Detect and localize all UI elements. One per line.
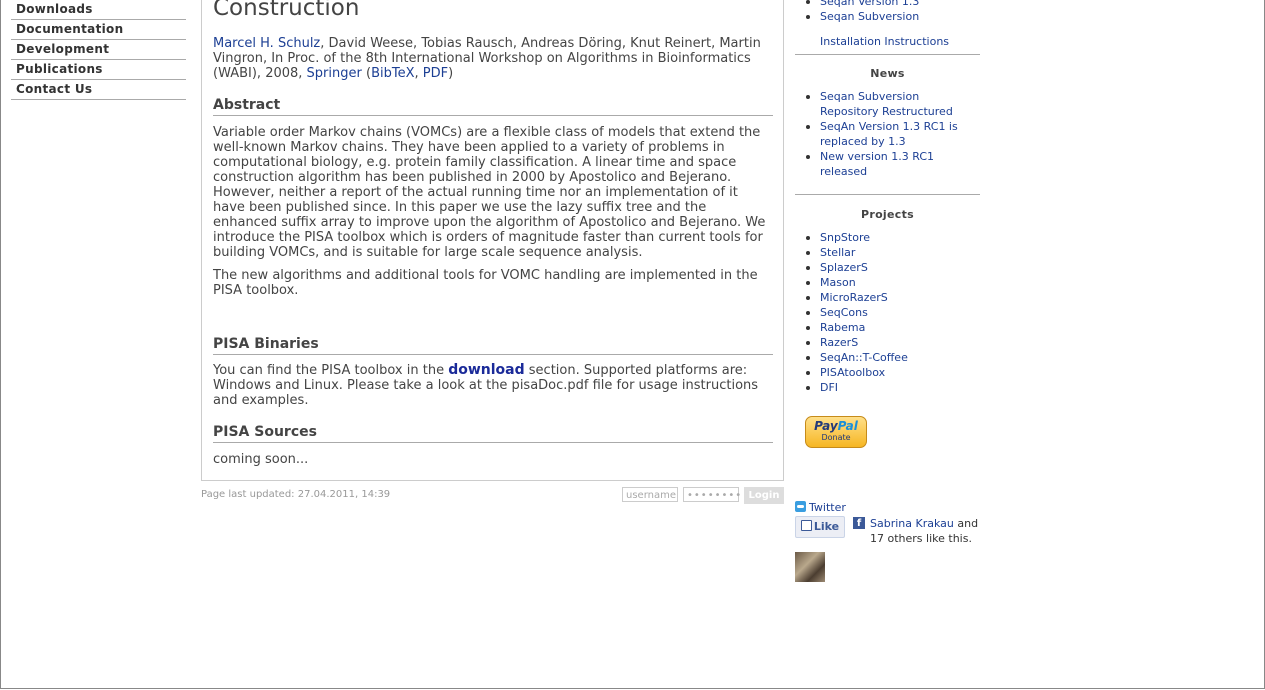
nav-publications[interactable]: Publications	[11, 60, 186, 80]
link-seqan-subversion[interactable]: Seqan Subversion	[795, 9, 980, 24]
twitter-label: Twitter	[809, 501, 846, 514]
projects-list: SnpStore Stellar SplazerS Mason MicroRaz…	[795, 230, 980, 395]
facebook-likes-text: Sabrina Krakau and 17 others like this.	[870, 516, 980, 546]
abstract-heading: Abstract	[213, 97, 773, 116]
project-item[interactable]: Mason	[795, 275, 980, 290]
paypal-donate-label: Donate	[821, 433, 851, 442]
project-item[interactable]: DFI	[795, 380, 980, 395]
abstract-paragraph-2: The new algorithms and additional tools …	[213, 268, 758, 298]
project-item[interactable]: SeqAn::T-Coffee	[795, 350, 980, 365]
facebook-like-button[interactable]: Like	[795, 516, 845, 538]
last-updated: Page last updated: 27.04.2011, 14:39	[201, 489, 391, 500]
twitter-icon	[795, 501, 806, 512]
username-input[interactable]: username	[622, 487, 678, 502]
like-label: Like	[813, 520, 840, 533]
project-item[interactable]: SnpStore	[795, 230, 980, 245]
binaries-text-pre: You can find the PISA toolbox in the	[213, 363, 449, 378]
thumbs-up-icon	[800, 520, 812, 531]
paypal-logo: PayPal	[806, 419, 866, 433]
binaries-heading: PISA Binaries	[213, 336, 773, 355]
nav-development[interactable]: Development	[11, 40, 186, 60]
bibtex-link[interactable]: BibTeX	[371, 66, 414, 81]
sources-heading: PISA Sources	[213, 424, 773, 443]
citation-paren-open: (	[361, 66, 372, 81]
project-item[interactable]: MicroRazerS	[795, 290, 980, 305]
link-seqan-version[interactable]: Seqan Version 1.3	[795, 0, 980, 9]
nav-downloads[interactable]: Downloads	[11, 0, 186, 20]
news-item[interactable]: Seqan Subversion Repository Restructured	[795, 89, 980, 119]
news-item[interactable]: New version 1.3 RC1 released	[795, 149, 980, 179]
left-navigation: Downloads Documentation Development Publ…	[11, 0, 186, 100]
sources-text: coming soon...	[213, 452, 309, 467]
abstract-paragraph-1: Variable order Markov chains (VOMCs) are…	[213, 125, 766, 260]
springer-link[interactable]: Springer	[307, 66, 362, 81]
project-item[interactable]: SplazerS	[795, 260, 980, 275]
nav-contact-us[interactable]: Contact Us	[11, 80, 186, 100]
citation-paren-close: )	[448, 66, 454, 81]
project-item[interactable]: SeqCons	[795, 305, 980, 320]
citation-comma: ,	[414, 66, 423, 81]
pdf-link[interactable]: PDF	[423, 66, 448, 81]
news-heading: News	[870, 67, 905, 80]
paypal-pay: Pay	[814, 419, 838, 433]
paypal-pal: Pal	[837, 419, 858, 433]
divider	[795, 194, 980, 195]
news-item[interactable]: SeqAn Version 1.3 RC1 is replaced by 1.3	[795, 119, 980, 149]
facebook-person-link[interactable]: Sabrina Krakau	[870, 517, 954, 530]
project-item[interactable]: PISAtoolbox	[795, 365, 980, 380]
twitter-link[interactable]: Twitter	[795, 501, 846, 514]
binaries-paragraph: You can find the PISA toolbox in the dow…	[213, 362, 773, 409]
download-links: Seqan Version 1.3 Seqan Subversion	[795, 0, 980, 24]
avatar[interactable]	[795, 552, 825, 582]
paypal-donate-button[interactable]: PayPal Donate	[805, 416, 867, 448]
nav-documentation[interactable]: Documentation	[11, 20, 186, 40]
citation: Marcel H. Schulz, David Weese, Tobias Ra…	[213, 36, 768, 81]
installation-instructions-link[interactable]: Installation Instructions	[820, 35, 949, 48]
projects-heading: Projects	[860, 208, 914, 221]
divider	[795, 54, 980, 55]
project-item[interactable]: Stellar	[795, 245, 980, 260]
page-title: Construction	[213, 0, 360, 21]
project-item[interactable]: RazerS	[795, 335, 980, 350]
right-sidebar: Seqan Version 1.3 Seqan Subversion Insta…	[795, 0, 980, 395]
author-link[interactable]: Marcel H. Schulz	[213, 36, 320, 51]
news-list: Seqan Subversion Repository Restructured…	[795, 89, 980, 179]
login-button[interactable]: Login	[744, 487, 784, 504]
main-content: Construction Marcel H. Schulz, David Wee…	[201, 0, 784, 481]
facebook-icon: f	[853, 517, 865, 529]
project-item[interactable]: Rabema	[795, 320, 980, 335]
password-input[interactable]: ••••••••	[683, 487, 741, 502]
download-link[interactable]: download	[448, 362, 524, 378]
